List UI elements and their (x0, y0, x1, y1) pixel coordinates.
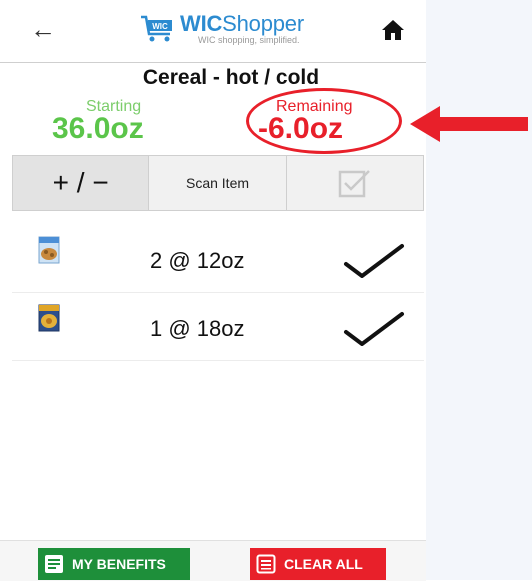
brand: WICShopper WIC shopping, simplified. (180, 11, 304, 46)
starting-value: 36.0oz (52, 112, 144, 145)
app-logo: WIC WICShopper WIC shopping, simplified. (140, 12, 304, 52)
brand-shopper: Shopper (222, 11, 304, 36)
plus-minus-button[interactable]: + / − (13, 156, 150, 210)
brand-wic: WIC (180, 11, 223, 36)
home-icon[interactable] (381, 18, 405, 42)
check-all-button[interactable] (286, 156, 423, 210)
back-arrow-icon[interactable]: ← (30, 14, 56, 44)
cereal-box-icon (38, 304, 60, 332)
my-benefits-button[interactable]: MY BENEFITS (38, 548, 190, 580)
list-icon (45, 555, 63, 573)
side-panel (426, 0, 532, 580)
my-benefits-label: MY BENEFITS (72, 556, 166, 572)
checkmark-icon (344, 312, 404, 346)
brand-tagline: WIC shopping, simplified. (198, 35, 300, 45)
cart-icon: WIC (141, 15, 172, 42)
clear-all-label: CLEAR ALL (284, 556, 363, 572)
cereal-box-icon (38, 236, 60, 264)
list-item[interactable]: 2 @ 12oz (12, 226, 424, 293)
list-item[interactable]: 1 @ 18oz (12, 294, 424, 361)
scan-item-button[interactable]: Scan Item (149, 156, 287, 210)
remaining-value: -6.0oz (258, 112, 344, 145)
category-title: Cereal - hot / cold (142, 66, 320, 89)
app-screen: ← WIC WICShopper WIC shopping, simplifie… (0, 0, 426, 581)
checkbox-icon (338, 170, 370, 198)
checkmark-icon (344, 244, 404, 278)
cart-label: WIC (152, 22, 168, 31)
red-arrow-annotation-icon (410, 106, 528, 142)
top-bar: ← WIC WICShopper WIC shopping, simplifie… (0, 0, 426, 62)
clear-all-button[interactable]: CLEAR ALL (250, 548, 386, 580)
item-quantity: 1 @ 18oz (150, 316, 245, 341)
action-toolbar: + / − Scan Item (12, 155, 424, 211)
header-divider (0, 62, 426, 63)
clear-list-icon (256, 554, 276, 574)
item-quantity: 2 @ 12oz (150, 248, 245, 273)
